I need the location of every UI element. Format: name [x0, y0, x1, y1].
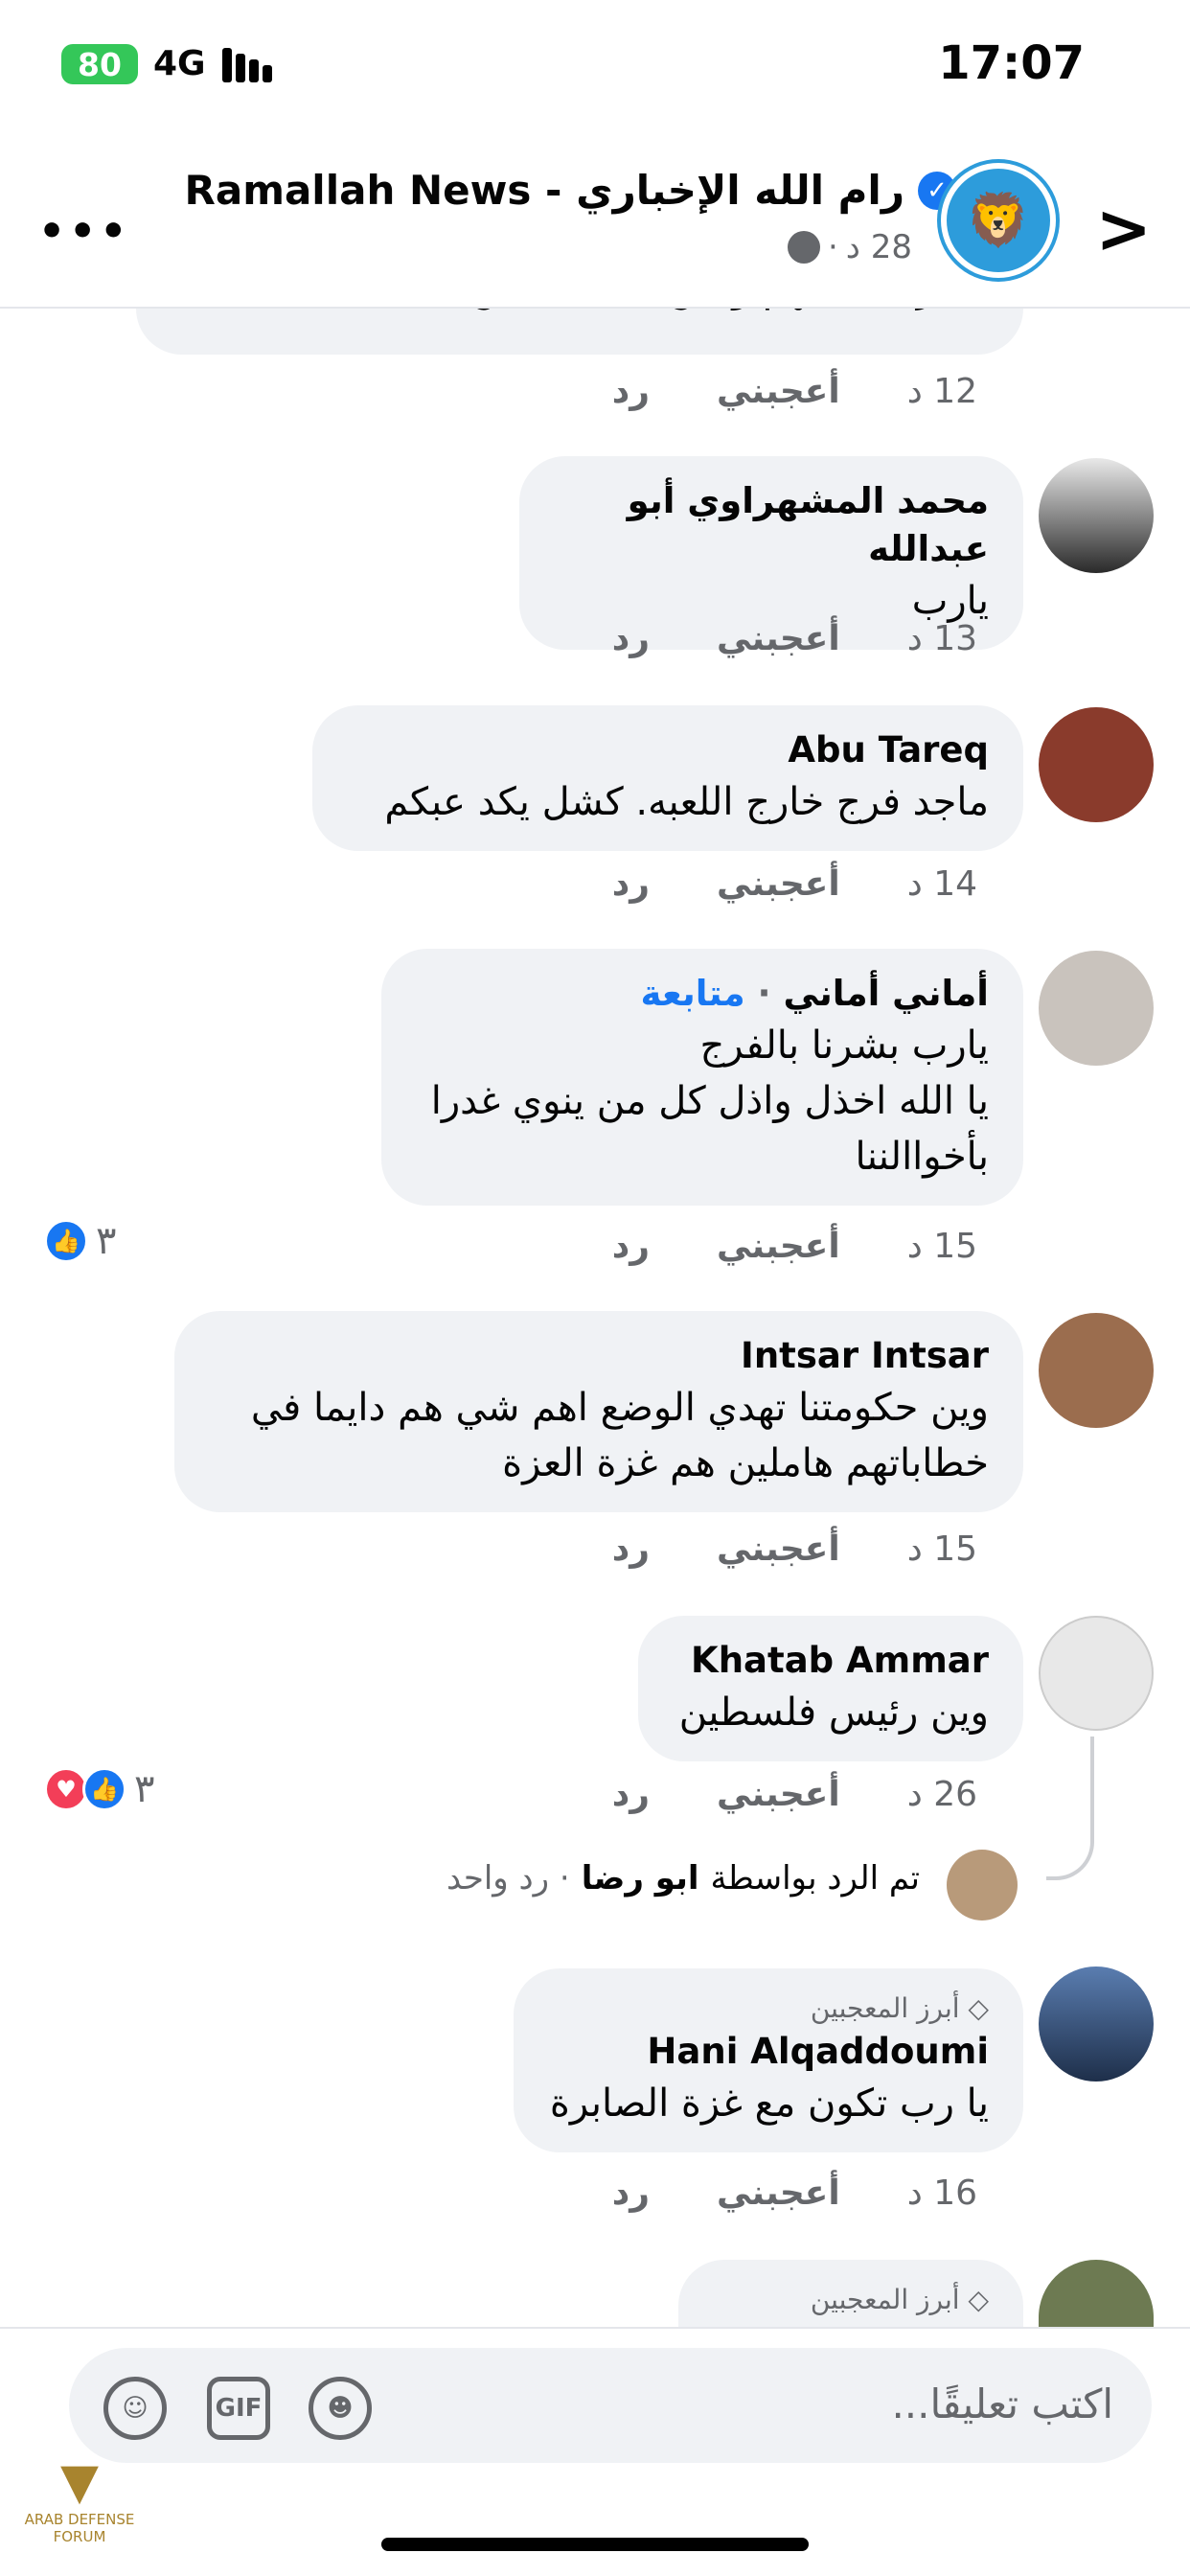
signal-icon [222, 48, 280, 82]
comment-actions: 14 د أعجبني رد [612, 864, 977, 904]
reply-button[interactable]: رد [612, 619, 650, 658]
replier-name: ابو رضا [581, 1859, 699, 1898]
watermark-logo: ▼ ARAB DEFENSE FORUM [8, 2453, 151, 2568]
comment-bubble: أماني أماني · متابعة يارب بشرنا بالفرج ي… [381, 949, 1023, 1206]
page-title[interactable]: ✓ رام الله الإخباري - Ramallah News [185, 167, 956, 214]
like-button[interactable]: أعجبني [717, 1775, 840, 1814]
badge-label: أبرز المعجبين [810, 2284, 960, 2315]
comment-author[interactable]: محمد المشهراوي أبو عبدالله [554, 477, 989, 573]
post-header: ••• ✓ رام الله الإخباري - Ramallah News … [0, 130, 1190, 309]
comment-actions: 15 د أعجبني رد [612, 1530, 977, 1569]
comment-actions: 13 د أعجبني رد [612, 619, 977, 658]
comment-text: بأخواالننا [855, 1135, 989, 1179]
reply-button[interactable]: رد [612, 372, 650, 411]
emoji-icon[interactable]: ☺ [103, 2377, 167, 2440]
avatar-sticker-icon[interactable]: ☻ [309, 2377, 372, 2440]
comment-actions: 12 د أعجبني رد [612, 372, 977, 411]
post-meta: 28 د · [787, 228, 912, 266]
page-avatar[interactable]: 🦁 [941, 163, 1056, 278]
avatar[interactable] [1039, 951, 1154, 1066]
like-button[interactable]: أعجبني [717, 619, 840, 658]
comment-text: يا رب تكون مع غزة الصابرة [549, 2082, 989, 2126]
badge-label: أبرز المعجبين [810, 1992, 960, 2024]
replied-prefix: تم الرد بواسطة [710, 1859, 921, 1898]
battery-indicator: 80 [61, 44, 138, 84]
diamond-icon: ◇ [959, 1992, 989, 2024]
gif-icon[interactable]: GIF [207, 2377, 270, 2440]
comment-text: يارب بشرنا بالفرج [699, 1024, 989, 1068]
comment-time: 15 د [906, 1530, 977, 1569]
comment-time: 12 د [906, 372, 977, 411]
avatar[interactable] [1039, 707, 1154, 822]
like-button[interactable]: أعجبني [717, 1227, 840, 1266]
reaction-summary[interactable]: ♥ 👍 ٣ [44, 1767, 154, 1811]
follow-button[interactable]: متابعة [641, 973, 745, 1014]
like-button[interactable]: أعجبني [717, 2174, 840, 2213]
top-fan-badge: ◇ أبرز المعجبين [548, 1990, 989, 2028]
reaction-count: ٣ [134, 1767, 155, 1811]
comment-bubble: Intsar Intsar وين حكومتنا تهدي الوضع اهم… [174, 1311, 1023, 1512]
status-bar: 80 4G 17:07 [0, 0, 1190, 130]
clock: 17:07 [938, 36, 1085, 90]
reply-button[interactable]: رد [612, 864, 650, 904]
comment-author[interactable]: Intsar Intsar [209, 1332, 989, 1380]
page-name: رام الله الإخباري - Ramallah News [184, 167, 904, 214]
reply-button[interactable]: رد [612, 1775, 650, 1814]
reply-count: · رد واحد [446, 1859, 570, 1898]
avatar[interactable] [1039, 1313, 1154, 1428]
comment-time: 26 د [906, 1775, 977, 1814]
avatar[interactable] [1039, 1966, 1154, 2082]
comment-placeholder: اكتب تعليقًا... [891, 2380, 1113, 2427]
home-indicator[interactable] [381, 2538, 809, 2551]
back-chevron-icon[interactable]: > [1095, 190, 1152, 268]
comment-author[interactable]: Khatab Ammar [673, 1637, 989, 1685]
network-label: 4G [153, 44, 206, 83]
reply-button[interactable]: رد [612, 2174, 650, 2213]
comment-actions: 26 د أعجبني رد [612, 1775, 977, 1814]
more-options-icon[interactable]: ••• [38, 207, 130, 256]
comment-time: 13 د [906, 619, 977, 658]
like-reaction-icon: 👍 [44, 1219, 88, 1263]
avatar[interactable] [1039, 1616, 1154, 1731]
comment-time: 16 د [906, 2174, 977, 2213]
comment-bubble: ◇ أبرز المعجبين Hani Alqaddoumi يا رب تك… [514, 1968, 1023, 2152]
comment-actions: 15 د أعجبني رد [612, 1227, 977, 1266]
comment-text: وين رئيس فلسطين [678, 1690, 989, 1735]
top-fan-badge: ◇ أبرز المعجبين [713, 2281, 989, 2319]
comment-author-line: أماني أماني · متابعة [640, 973, 989, 1014]
comment-bubble: ◇ أبرز المعجبين [678, 2260, 1023, 2327]
avatar[interactable] [1039, 458, 1154, 573]
watermark-text: ARAB DEFENSE FORUM [24, 2511, 135, 2545]
comment-text: ماجد فرج خارج اللعبه. كشل يكد عبكم [384, 780, 989, 824]
globe-icon [787, 231, 820, 264]
comment-time: 14 د [906, 864, 977, 904]
comment-author[interactable]: Abu Tareq [347, 726, 989, 774]
comment-actions: 16 د أعجبني رد [612, 2174, 977, 2213]
meta-separator: · [827, 228, 838, 266]
comment-text: خطاباتهم هاملين هم غزة العزة [502, 1441, 989, 1485]
avatar[interactable] [1039, 2260, 1154, 2327]
diamond-icon: ◇ [959, 2284, 989, 2315]
avatar[interactable] [947, 1850, 1018, 1920]
post-time: 28 د [845, 228, 912, 266]
like-button[interactable]: أعجبني [717, 1530, 840, 1569]
reply-button[interactable]: رد [612, 1530, 650, 1569]
reaction-summary[interactable]: 👍 ٣ [44, 1219, 116, 1263]
comment-text: يا الله اخذل واذل كل من ينوي غدرا [430, 1079, 989, 1123]
comment-input[interactable]: اكتب تعليقًا... ☺ GIF ☻ [69, 2348, 1152, 2463]
replies-link[interactable]: تم الرد بواسطة ابو رضا · رد واحد [446, 1859, 920, 1898]
like-reaction-icon: 👍 [82, 1767, 126, 1811]
thread-connector [1046, 1736, 1094, 1880]
comment-bubble: Khatab Ammar وين رئيس فلسطين [638, 1616, 1023, 1761]
comment-text: وين حكومتنا تهدي الوضع اهم شي هم دايما ف… [250, 1386, 989, 1430]
comment-author[interactable]: Hani Alqaddoumi [548, 2028, 989, 2076]
reaction-count: ٣ [96, 1219, 117, 1263]
comment-time: 15 د [906, 1227, 977, 1266]
like-button[interactable]: أعجبني [717, 864, 840, 904]
comment-author[interactable]: أماني أماني [783, 973, 989, 1014]
like-button[interactable]: أعجبني [717, 372, 840, 411]
reply-button[interactable]: رد [612, 1227, 650, 1266]
comment-bubble: Abu Tareq ماجد فرج خارج اللعبه. كشل يكد … [312, 705, 1023, 851]
